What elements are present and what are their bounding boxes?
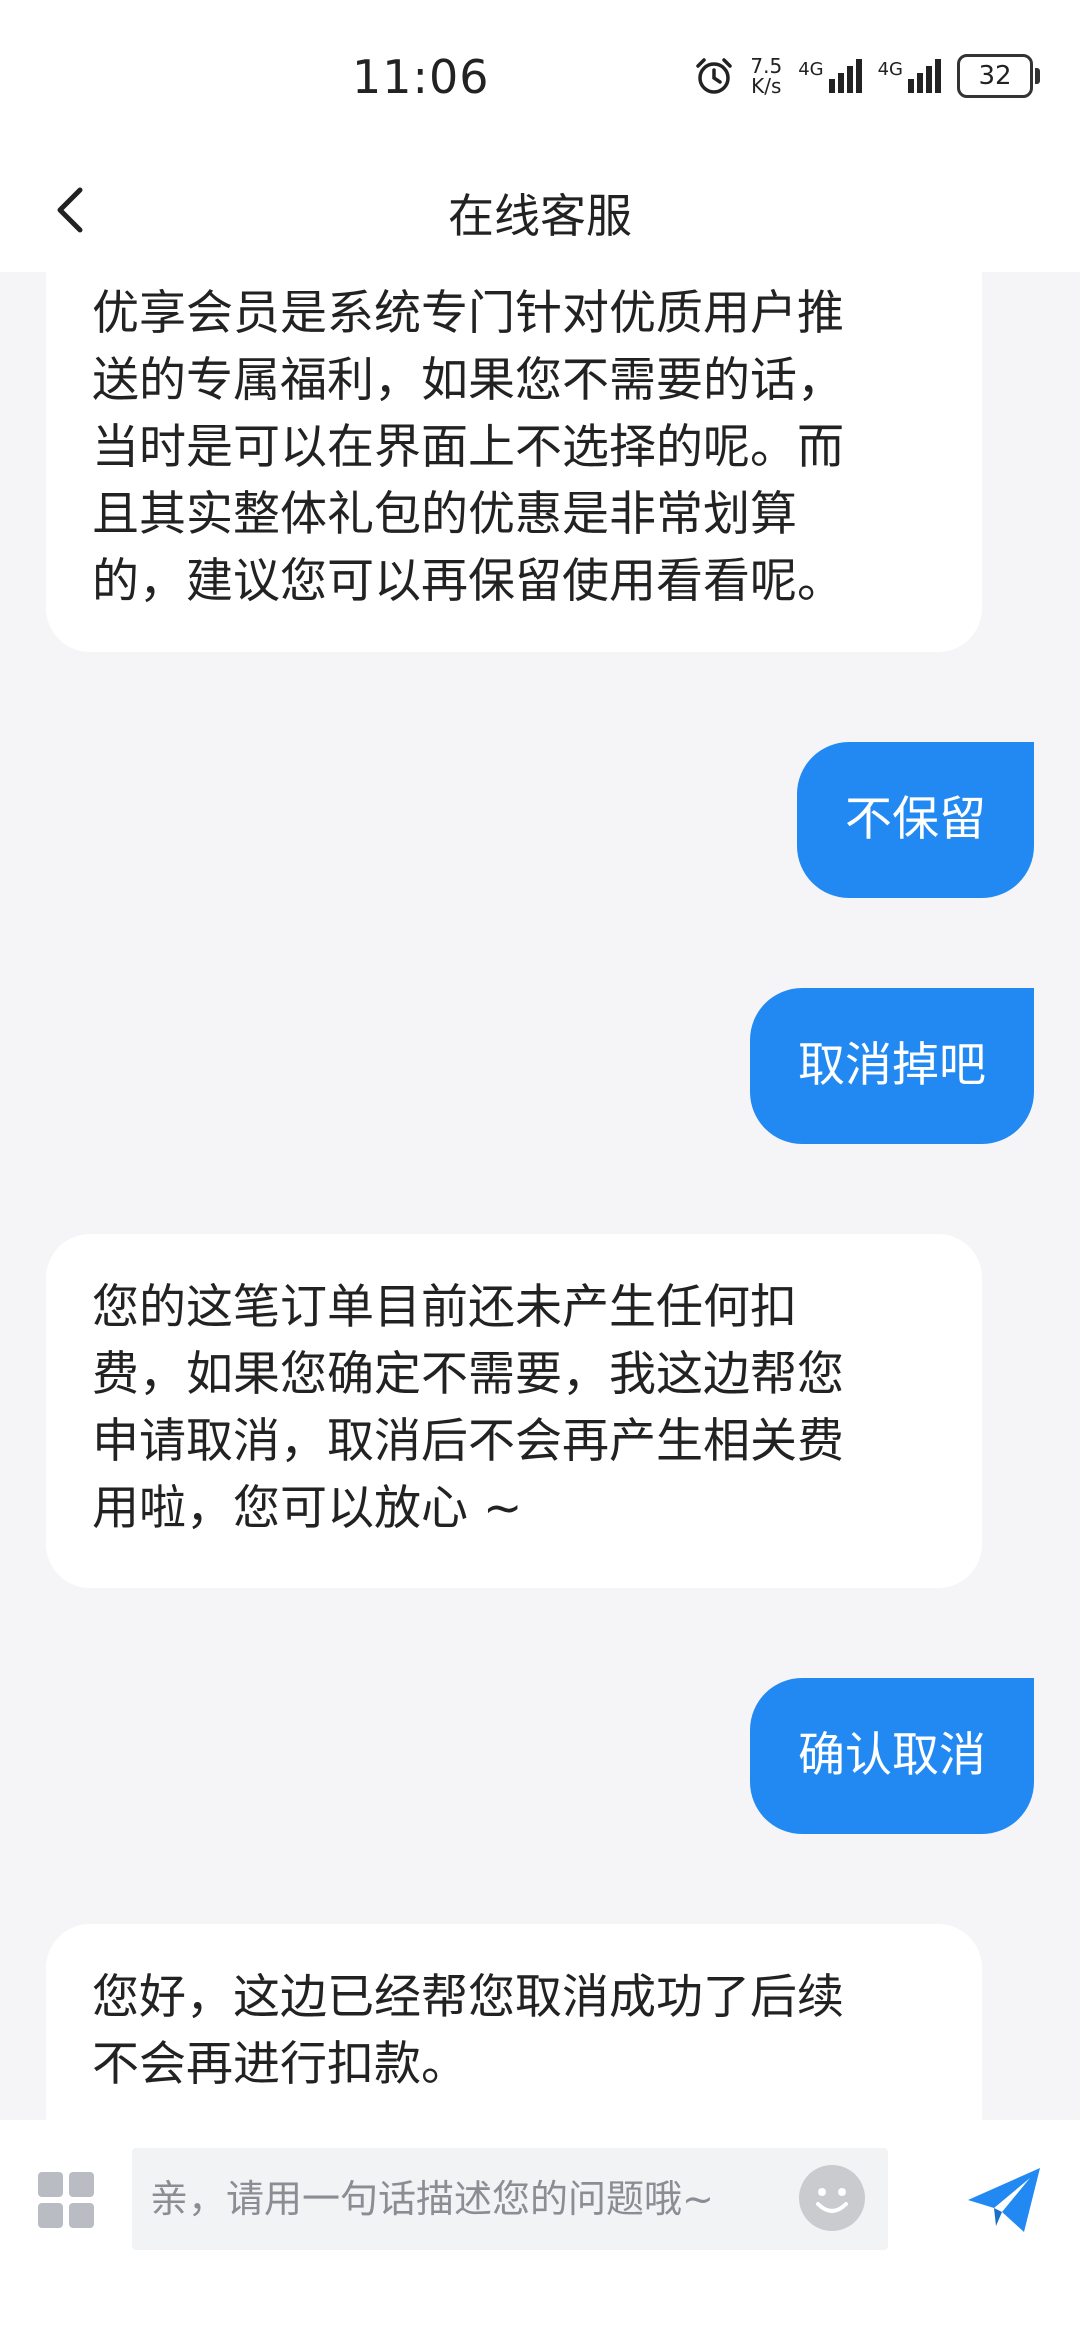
message-line: 您好，这边已经帮您取消成功了后续 <box>92 1970 844 2025</box>
net-speed-unit: K/s <box>751 74 782 98</box>
emoji-icon[interactable] <box>798 2164 866 2232</box>
message-line: 您的这笔订单目前还未产生任何扣 <box>92 1280 797 1335</box>
page-title: 在线客服 <box>448 189 632 243</box>
message-line: 且其实整体礼包的优惠是非常划算 <box>92 487 797 542</box>
send-icon[interactable] <box>964 2160 1044 2240</box>
user-message: 取消掉吧 <box>750 988 1034 1144</box>
status-icons: 7.5 K/s 4G 4G 32 <box>694 54 1040 98</box>
agent-message: 优享会员是系统专门针对优质用户推 送的专属福利，如果您不需要的话， 当时是可以在… <box>46 272 982 652</box>
alarm-icon <box>694 56 734 96</box>
message-input-container <box>132 2148 888 2250</box>
message-line: 不会再进行扣款。 <box>92 2037 468 2092</box>
battery-icon: 32 <box>957 54 1040 98</box>
message-input[interactable] <box>132 2148 792 2250</box>
message-line: 送的专属福利，如果您不需要的话， <box>92 353 844 408</box>
signal-icon: 4G <box>798 59 862 93</box>
message-text: 确认取消 <box>798 1728 986 1783</box>
message-line: 用啦，您可以放心 ~ <box>92 1481 523 1536</box>
agent-message: 您好，这边已经帮您取消成功了后续 不会再进行扣款。 <box>46 1924 982 2120</box>
message-line: 费，如果您确定不需要，我这边帮您 <box>92 1347 844 1402</box>
net-speed: 7.5 K/s <box>750 56 782 96</box>
net-speed-value: 7.5 <box>750 54 783 78</box>
battery-level: 32 <box>957 54 1033 98</box>
status-time: 11:06 <box>352 50 490 104</box>
user-message: 不保留 <box>797 742 1034 898</box>
message-text: 不保留 <box>845 792 986 847</box>
message-line: 申请取消，取消后不会再产生相关费 <box>92 1414 844 1469</box>
message-line: 当时是可以在界面上不选择的呢。而 <box>92 420 844 475</box>
user-message: 确认取消 <box>750 1678 1034 1834</box>
chat-area[interactable]: 优享会员是系统专门针对优质用户推 送的专属福利，如果您不需要的话， 当时是可以在… <box>0 272 1080 2120</box>
sim2-label: 4G <box>877 59 903 80</box>
message-text: 取消掉吧 <box>798 1038 986 1093</box>
sim1-label: 4G <box>798 59 824 80</box>
input-bar <box>0 2120 1080 2340</box>
nav-bar: 在线客服 <box>0 150 1080 272</box>
status-bar: 11:06 7.5 K/s 4G 4G 32 <box>0 0 1080 150</box>
message-line: 的，建议您可以再保留使用看看呢。 <box>92 554 844 609</box>
message-line: 优享会员是系统专门针对优质用户推 <box>92 286 844 341</box>
signal-icon-2: 4G <box>878 59 941 93</box>
grid-icon[interactable] <box>38 2172 94 2228</box>
agent-message: 您的这笔订单目前还未产生任何扣 费，如果您确定不需要，我这边帮您 申请取消，取消… <box>46 1234 982 1588</box>
